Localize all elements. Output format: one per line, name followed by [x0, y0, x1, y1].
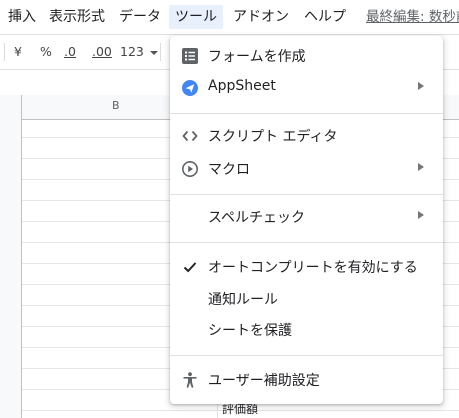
menu-item-create-form[interactable]: フォームを作成 — [170, 41, 443, 71]
menu-item-label: オートコンプリートを有効にする — [208, 260, 418, 276]
toolbar-separator — [160, 43, 161, 61]
currency-format-button[interactable]: ¥ — [14, 42, 22, 62]
row-header-bar — [0, 95, 22, 418]
chevron-down-icon — [149, 50, 158, 55]
menu-item-label: 通知ルール — [208, 292, 278, 308]
menu-item-autocomplete[interactable]: オートコンプリートを有効にする — [170, 252, 443, 282]
menu-item-label: AppSheet — [208, 78, 276, 94]
menu-item-macros[interactable]: マクロ — [170, 154, 443, 184]
menu-item-script-editor[interactable]: スクリプト エディタ — [170, 121, 443, 151]
menu-help[interactable]: ヘルプ — [298, 5, 352, 29]
menu-item-label: フォームを作成 — [208, 49, 306, 65]
submenu-arrow-icon — [418, 211, 424, 219]
menu-addons[interactable]: アドオン — [227, 5, 295, 29]
menu-divider — [170, 113, 443, 114]
more-formats-label: 123 — [120, 44, 144, 59]
menu-item-spellcheck[interactable]: スペルチェック — [170, 202, 443, 232]
menu-item-label: スクリプト エディタ — [208, 129, 338, 145]
menu-tools[interactable]: ツール — [169, 5, 223, 29]
increase-decimal-button[interactable]: .00 — [92, 42, 112, 62]
submenu-arrow-icon — [418, 163, 424, 171]
menu-item-appsheet[interactable]: AppSheet — [170, 73, 443, 103]
last-edit-link[interactable]: 最終編集: 数秒前 — [366, 5, 459, 29]
percent-format-button[interactable]: % — [40, 42, 52, 62]
menu-item-protect-sheet[interactable]: シートを保護 — [170, 315, 443, 345]
appsheet-icon — [182, 80, 198, 96]
menu-item-accessibility[interactable]: ユーザー補助設定 — [170, 365, 443, 395]
form-icon — [182, 48, 198, 64]
menu-divider — [170, 194, 443, 195]
menu-insert[interactable]: 挿入 — [2, 5, 42, 29]
code-icon — [182, 130, 198, 142]
menu-item-notification-rules[interactable]: 通知ルール — [170, 284, 443, 314]
toolbar-separator — [4, 43, 5, 61]
menu-format[interactable]: 表示形式 — [43, 5, 111, 29]
menu-item-label: ユーザー補助設定 — [208, 373, 320, 389]
menu-item-label: スペルチェック — [208, 210, 306, 226]
column-header-b[interactable]: B — [112, 99, 120, 112]
decrease-decimal-button[interactable]: .0 — [64, 42, 76, 62]
submenu-arrow-icon — [418, 82, 424, 90]
accessibility-icon — [183, 372, 197, 388]
menu-divider — [170, 242, 443, 243]
more-formats-button[interactable]: 123 — [120, 42, 158, 62]
menu-item-label: マクロ — [208, 162, 250, 178]
menu-data[interactable]: データ — [113, 5, 167, 29]
menu-bar: 挿入 表示形式 データ ツール アドオン ヘルプ 最終編集: 数秒前 — [0, 0, 459, 35]
menu-item-label: シートを保護 — [208, 323, 292, 339]
tools-dropdown-menu: フォームを作成 AppSheet スクリプト エディタ マクロ スペルチェック — [170, 36, 443, 404]
play-circle-icon — [182, 161, 198, 177]
check-icon — [183, 262, 197, 273]
menu-divider — [170, 355, 443, 356]
